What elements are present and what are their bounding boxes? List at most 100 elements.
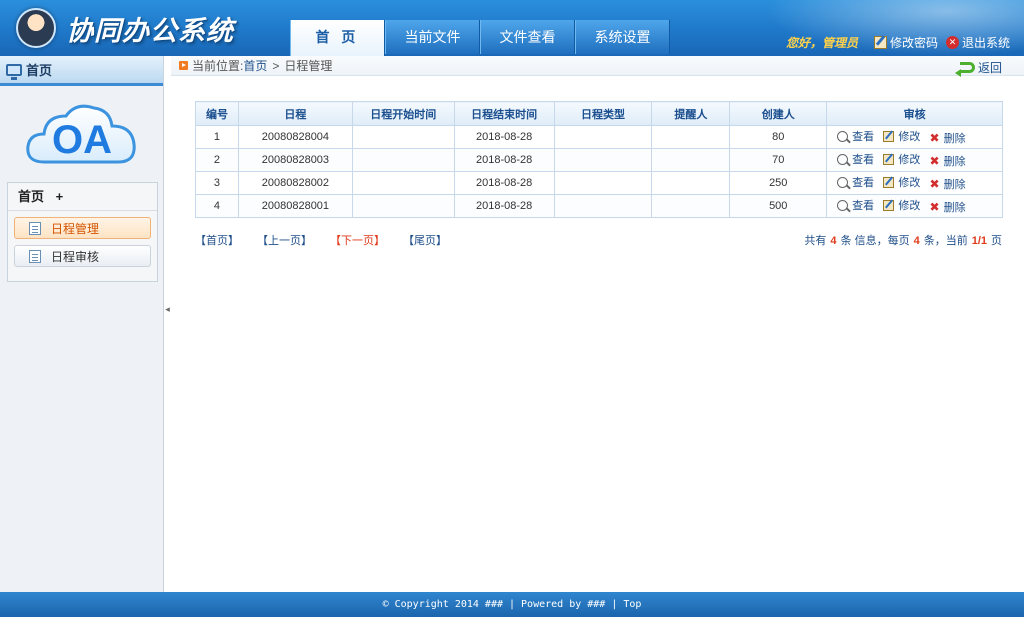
cell-type xyxy=(553,148,653,172)
view-button[interactable]: 查看 xyxy=(837,128,874,144)
breadcrumb-home-link[interactable]: 首页 xyxy=(243,57,267,74)
next-page-link[interactable]: 【下一页】 xyxy=(330,232,385,248)
breadcrumb-separator: > xyxy=(272,58,280,73)
cell-creator: 70 xyxy=(729,148,828,172)
magnifier-icon xyxy=(837,176,849,188)
view-label: 查看 xyxy=(852,177,875,189)
sidebar-collapse-handle[interactable]: ◂ xyxy=(164,300,171,318)
prev-page-link[interactable]: 【上一页】 xyxy=(257,232,312,248)
delete-x-icon: ✖ xyxy=(929,176,940,191)
view-label: 查看 xyxy=(852,200,875,212)
sidebar-item-schedule-manage[interactable]: 日程管理 xyxy=(14,217,151,239)
cell-id: 4 xyxy=(195,194,239,218)
back-arrow-icon xyxy=(954,62,975,77)
delete-label: 删除 xyxy=(943,179,966,191)
footer-powered: Powered by ### xyxy=(521,599,606,610)
pager-total-prefix: 共有 xyxy=(804,235,827,247)
breadcrumb: 当前位置: 首页 > 日程管理 返回 xyxy=(171,56,1024,77)
change-password-label: 修改密码 xyxy=(889,36,938,50)
main-content: 当前位置: 首页 > 日程管理 返回 编号 日程 日程开始时间 日程结束时间 日… xyxy=(171,56,1024,592)
col-header-creator: 创建人 xyxy=(729,101,828,126)
delete-button[interactable]: ✖ 删除 xyxy=(930,130,966,146)
edit-button[interactable]: 修改 xyxy=(883,197,920,213)
cell-schedule: 20080828003 xyxy=(237,148,353,172)
schedule-table: 编号 日程 日程开始时间 日程结束时间 日程类型 提醒人 创建人 审核 1 20… xyxy=(195,101,1003,218)
header: 协同办公系统 首 页 当前文件 文件查看 系统设置 您好，管理员 修改密码 ✕ … xyxy=(0,0,1024,56)
cell-schedule: 20080828001 xyxy=(237,194,353,218)
cell-type xyxy=(553,125,653,149)
breadcrumb-prefix: 当前位置: xyxy=(192,59,244,73)
table-row: 4 20080828001 2018-08-28 500 查看 修改 ✖ 删除 xyxy=(195,194,1003,218)
last-page-link[interactable]: 【尾页】 xyxy=(403,232,447,248)
pagination: 【首页】 【上一页】 【下一页】 【尾页】 xyxy=(195,232,447,248)
cell-start xyxy=(351,148,455,172)
monitor-icon xyxy=(6,64,22,80)
expand-icon: + xyxy=(55,189,64,204)
footer-separator: | xyxy=(509,599,516,610)
tab-file-view[interactable]: 文件查看 xyxy=(480,20,575,54)
pager-current: 1/1 xyxy=(971,235,987,247)
footer: © Copyright 2014 ### | Powered by ### | Top xyxy=(0,592,1024,617)
magnifier-icon xyxy=(837,130,849,142)
edit-button[interactable]: 修改 xyxy=(883,174,920,190)
edit-icon xyxy=(873,36,887,49)
pagination-info: 共有 4 条 信息，每页 4 条，当前 1/1 页 xyxy=(804,232,1002,248)
cell-creator: 80 xyxy=(729,125,828,149)
sidebar-item-label: 日程管理 xyxy=(51,222,100,236)
edit-button[interactable]: 修改 xyxy=(883,151,920,167)
arrow-right-icon xyxy=(179,61,188,70)
sidebar-item-schedule-review[interactable]: 日程审核 xyxy=(14,245,151,267)
cell-actions: 查看 修改 ✖ 删除 xyxy=(826,171,1003,195)
back-label: 返回 xyxy=(977,61,1002,75)
pager-per-page: 4 xyxy=(913,235,920,247)
back-button[interactable]: 返回 xyxy=(954,59,1002,77)
edit-label: 修改 xyxy=(898,177,921,189)
cell-reminder xyxy=(651,125,731,149)
view-button[interactable]: 查看 xyxy=(837,174,874,190)
view-button[interactable]: 查看 xyxy=(837,197,874,213)
cell-end: 2018-08-28 xyxy=(453,194,555,218)
col-header-start: 日程开始时间 xyxy=(351,101,455,126)
col-header-reminder: 提醒人 xyxy=(651,101,731,126)
edit-label: 修改 xyxy=(898,131,921,143)
first-page-link[interactable]: 【首页】 xyxy=(195,232,239,248)
footer-top-link[interactable]: Top xyxy=(623,599,641,610)
tab-current-files[interactable]: 当前文件 xyxy=(385,20,480,54)
cell-reminder xyxy=(651,194,731,218)
cell-id: 2 xyxy=(195,148,239,172)
sidebar: 首页 OA 首页 + 日程管理 日程审核 xyxy=(0,56,164,592)
col-header-end: 日程结束时间 xyxy=(453,101,555,126)
cell-end: 2018-08-28 xyxy=(453,171,555,195)
change-password-link[interactable]: 修改密码 xyxy=(873,34,938,51)
delete-label: 删除 xyxy=(943,133,966,145)
delete-button[interactable]: ✖ 删除 xyxy=(930,176,966,192)
cell-type xyxy=(553,194,653,218)
delete-button[interactable]: ✖ 删除 xyxy=(930,199,966,215)
cell-end: 2018-08-28 xyxy=(453,125,555,149)
delete-label: 删除 xyxy=(943,156,966,168)
delete-x-icon: ✖ xyxy=(929,130,940,145)
logout-link[interactable]: ✕ 退出系统 xyxy=(945,34,1010,51)
oa-logo-text: OA xyxy=(52,118,112,162)
view-label: 查看 xyxy=(852,154,875,166)
view-label: 查看 xyxy=(852,131,875,143)
view-button[interactable]: 查看 xyxy=(837,151,874,167)
tab-home[interactable]: 首 页 xyxy=(290,20,385,56)
edit-button[interactable]: 修改 xyxy=(883,128,920,144)
oa-cloud-logo-icon: OA xyxy=(26,104,136,164)
delete-button[interactable]: ✖ 删除 xyxy=(930,153,966,169)
delete-x-icon: ✖ xyxy=(929,199,940,214)
table-row: 1 20080828004 2018-08-28 80 查看 修改 ✖ 删除 xyxy=(195,125,1003,149)
cell-actions: 查看 修改 ✖ 删除 xyxy=(826,125,1003,149)
pager-total: 4 xyxy=(830,235,837,247)
app-title: 协同办公系统 xyxy=(66,15,234,46)
col-header-type: 日程类型 xyxy=(553,101,653,126)
app-logo: 协同办公系统 xyxy=(16,6,234,50)
menu-title[interactable]: 首页 + xyxy=(8,183,157,211)
edit-icon xyxy=(883,130,895,142)
magnifier-icon xyxy=(837,199,849,211)
user-avatar-icon xyxy=(16,8,56,48)
tab-system-settings[interactable]: 系统设置 xyxy=(575,20,670,54)
col-header-id: 编号 xyxy=(195,101,239,126)
cell-type xyxy=(553,171,653,195)
